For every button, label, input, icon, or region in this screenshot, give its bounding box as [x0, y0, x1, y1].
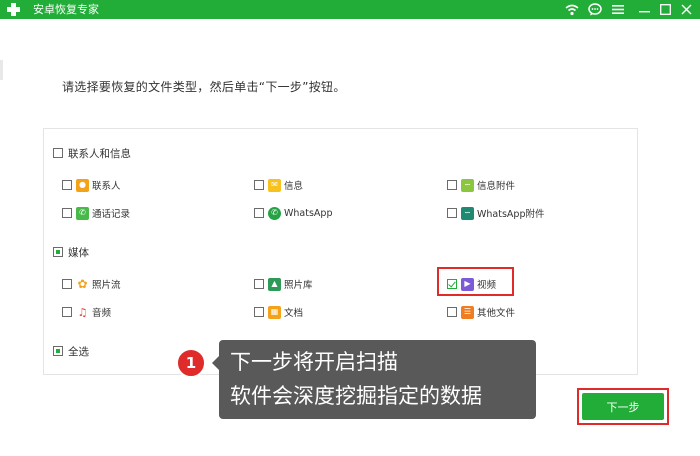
checkbox-icon [254, 307, 264, 317]
checkbox-icon [62, 279, 72, 289]
item-message-attachments[interactable]: ∽ 信息附件 [447, 177, 515, 193]
item-label: WhatsApp [284, 207, 333, 219]
chat-icon[interactable] [585, 0, 605, 19]
minimize-icon[interactable] [634, 0, 654, 19]
phone-icon: ✆ [76, 206, 89, 220]
file-type-panel [43, 128, 638, 375]
window-title: 安卓恢复专家 [33, 3, 99, 16]
checkbox-icon [62, 307, 72, 317]
group-contacts-checkbox[interactable]: 联系人和信息 [53, 145, 131, 161]
item-label: 信息附件 [477, 181, 516, 192]
app-logo-icon [5, 1, 22, 18]
item-photostream[interactable]: ✿ 照片流 [62, 276, 121, 292]
item-label: 照片库 [284, 280, 313, 291]
item-documents[interactable]: ▦ 文档 [254, 304, 303, 320]
other-files-icon: ☰ [461, 305, 474, 319]
close-icon[interactable] [676, 0, 696, 19]
audio-icon: ♫ [76, 305, 89, 319]
group-contacts-label: 联系人和信息 [68, 147, 131, 160]
tooltip-line-1: 下一步将开启扫描 [230, 350, 398, 374]
checkbox-icon [62, 180, 72, 190]
item-call-logs[interactable]: ✆ 通话记录 [62, 205, 130, 221]
group-media-checkbox[interactable]: 媒体 [53, 244, 89, 260]
item-label: 通话记录 [92, 209, 131, 220]
item-label: 照片流 [92, 280, 121, 291]
message-icon: ✉ [268, 178, 281, 192]
checkbox-icon [53, 148, 63, 158]
item-label: 联系人 [92, 181, 121, 192]
instruction-text: 请选择要恢复的文件类型，然后单击“下一步”按钮。 [62, 80, 346, 94]
checkbox-icon [62, 208, 72, 218]
maximize-icon[interactable] [655, 0, 675, 19]
contact-icon: ● [76, 178, 89, 192]
title-bar: 安卓恢复专家 [0, 0, 700, 19]
checkbox-icon [254, 180, 264, 190]
sidebar-edge [0, 60, 3, 80]
whatsapp-attachment-icon: ∽ [461, 206, 474, 220]
tooltip-line-2: 软件会深度挖掘指定的数据 [230, 384, 482, 408]
item-whatsapp[interactable]: ✆ WhatsApp [254, 205, 332, 221]
item-audio[interactable]: ♫ 音频 [62, 304, 111, 320]
document-icon: ▦ [268, 305, 281, 319]
select-all-label: 全选 [68, 345, 89, 358]
item-label: 音频 [92, 308, 112, 319]
menu-icon[interactable] [608, 0, 628, 19]
select-all-checkbox[interactable]: 全选 [53, 343, 89, 359]
item-label: 其他文件 [477, 308, 516, 319]
item-whatsapp-attachments[interactable]: ∽ WhatsApp附件 [447, 205, 544, 221]
checkbox-icon [447, 307, 457, 317]
photostream-icon: ✿ [76, 277, 89, 291]
checkbox-icon [447, 208, 457, 218]
item-other-files[interactable]: ☰ 其他文件 [447, 304, 515, 320]
photo-library-icon: ▲ [268, 277, 281, 291]
item-label: WhatsApp附件 [477, 209, 545, 220]
wifi-icon[interactable] [562, 0, 582, 19]
item-photo-library[interactable]: ▲ 照片库 [254, 276, 313, 292]
step-number-badge: 1 [176, 348, 206, 378]
item-contacts[interactable]: ● 联系人 [62, 177, 121, 193]
checkbox-icon [53, 247, 63, 257]
video-highlight-box [437, 267, 514, 296]
group-media-label: 媒体 [68, 246, 89, 259]
checkbox-icon [254, 208, 264, 218]
item-messages[interactable]: ✉ 信息 [254, 177, 303, 193]
next-button[interactable]: 下一步 [582, 393, 664, 420]
whatsapp-icon: ✆ [268, 206, 281, 220]
checkbox-icon [447, 180, 457, 190]
step-tooltip: 下一步将开启扫描 软件会深度挖掘指定的数据 [212, 340, 536, 419]
item-label: 文档 [284, 308, 304, 319]
item-label: 信息 [284, 181, 304, 192]
attachment-icon: ∽ [461, 178, 474, 192]
checkbox-icon [53, 346, 63, 356]
checkbox-icon [254, 279, 264, 289]
